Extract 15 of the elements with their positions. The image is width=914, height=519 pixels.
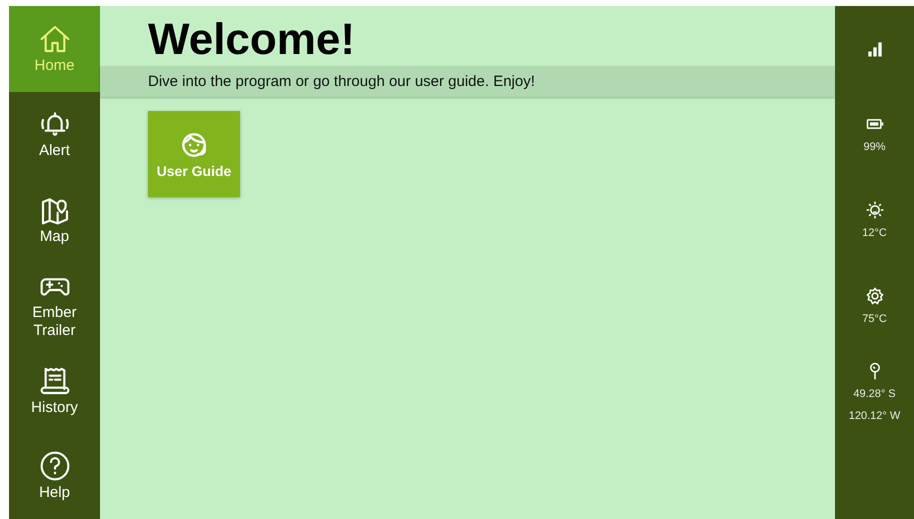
sun-icon xyxy=(864,200,884,220)
nav-item[interactable]: Ember Trailer xyxy=(9,262,100,348)
status-reading: 120.12° W xyxy=(848,409,900,424)
nav-item[interactable]: History xyxy=(9,348,100,434)
nav-item[interactable]: Map xyxy=(9,177,100,262)
nav-item[interactable]: Alert xyxy=(9,92,100,177)
help-icon xyxy=(38,450,70,482)
gear-icon xyxy=(864,286,884,306)
status-reading: 12°C xyxy=(862,226,887,241)
status-reading: 99% xyxy=(863,140,886,155)
subtitle-text: Dive into the program or go through our user guide. Enjoy! xyxy=(148,73,535,90)
status-reading: 75°C xyxy=(862,312,887,327)
status-reading: 49.28° S xyxy=(853,387,896,402)
nav-item[interactable]: Help xyxy=(9,434,100,519)
page-title: Welcome! xyxy=(148,14,356,66)
